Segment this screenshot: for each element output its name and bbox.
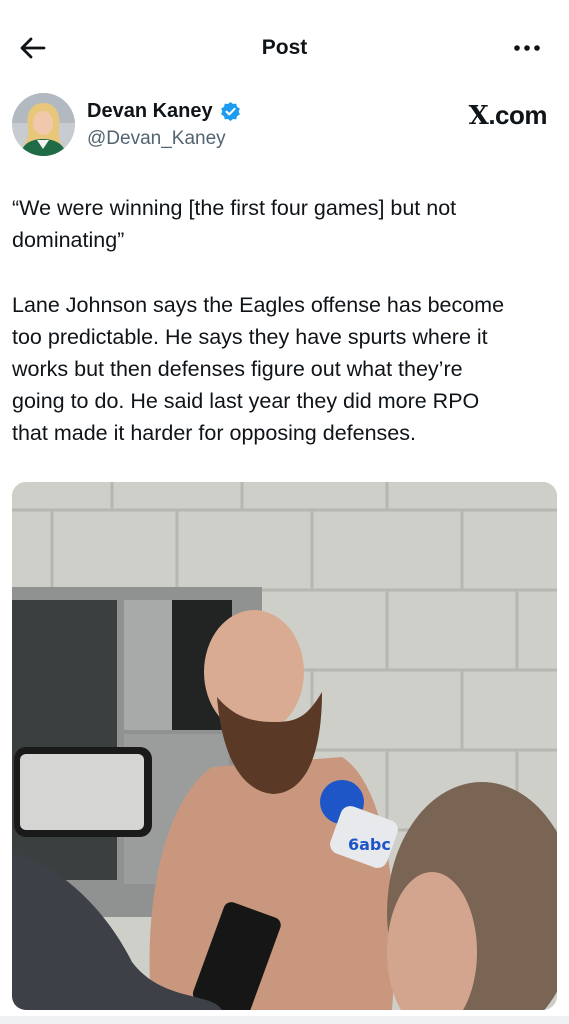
post-body: Lane Johnson says the Eagles offense has… — [12, 289, 560, 449]
post-photo[interactable]: 6abc — [12, 482, 557, 1010]
body-line: that made it harder for opposing defense… — [12, 421, 416, 445]
x-com-watermark: X.com — [468, 100, 548, 131]
x-logo-icon: X — [468, 101, 489, 131]
top-bar: Post — [0, 0, 569, 92]
post-quote: “We were winning [the first four games] … — [12, 192, 560, 256]
quote-line: “We were winning [the first four games] … — [12, 196, 457, 220]
bottom-divider — [0, 1016, 569, 1024]
mic-logo: 6abc — [348, 835, 391, 854]
more-options-icon[interactable] — [513, 38, 543, 58]
avatar[interactable] — [12, 93, 75, 156]
body-line: too predictable. He says they have spurt… — [12, 325, 488, 349]
body-line: works but then defenses figure out what … — [12, 357, 463, 381]
body-line: Lane Johnson says the Eagles offense has… — [12, 293, 505, 317]
page-title: Post — [261, 36, 308, 59]
body-line: going to do. He said last year they did … — [12, 389, 480, 413]
verified-badge-icon — [220, 101, 241, 122]
author-name[interactable]: Devan Kaney — [87, 100, 213, 123]
author-handle[interactable]: @Devan_Kaney — [87, 128, 226, 150]
watermark-text: .com — [488, 100, 547, 130]
quote-line: dominating” — [12, 228, 125, 252]
